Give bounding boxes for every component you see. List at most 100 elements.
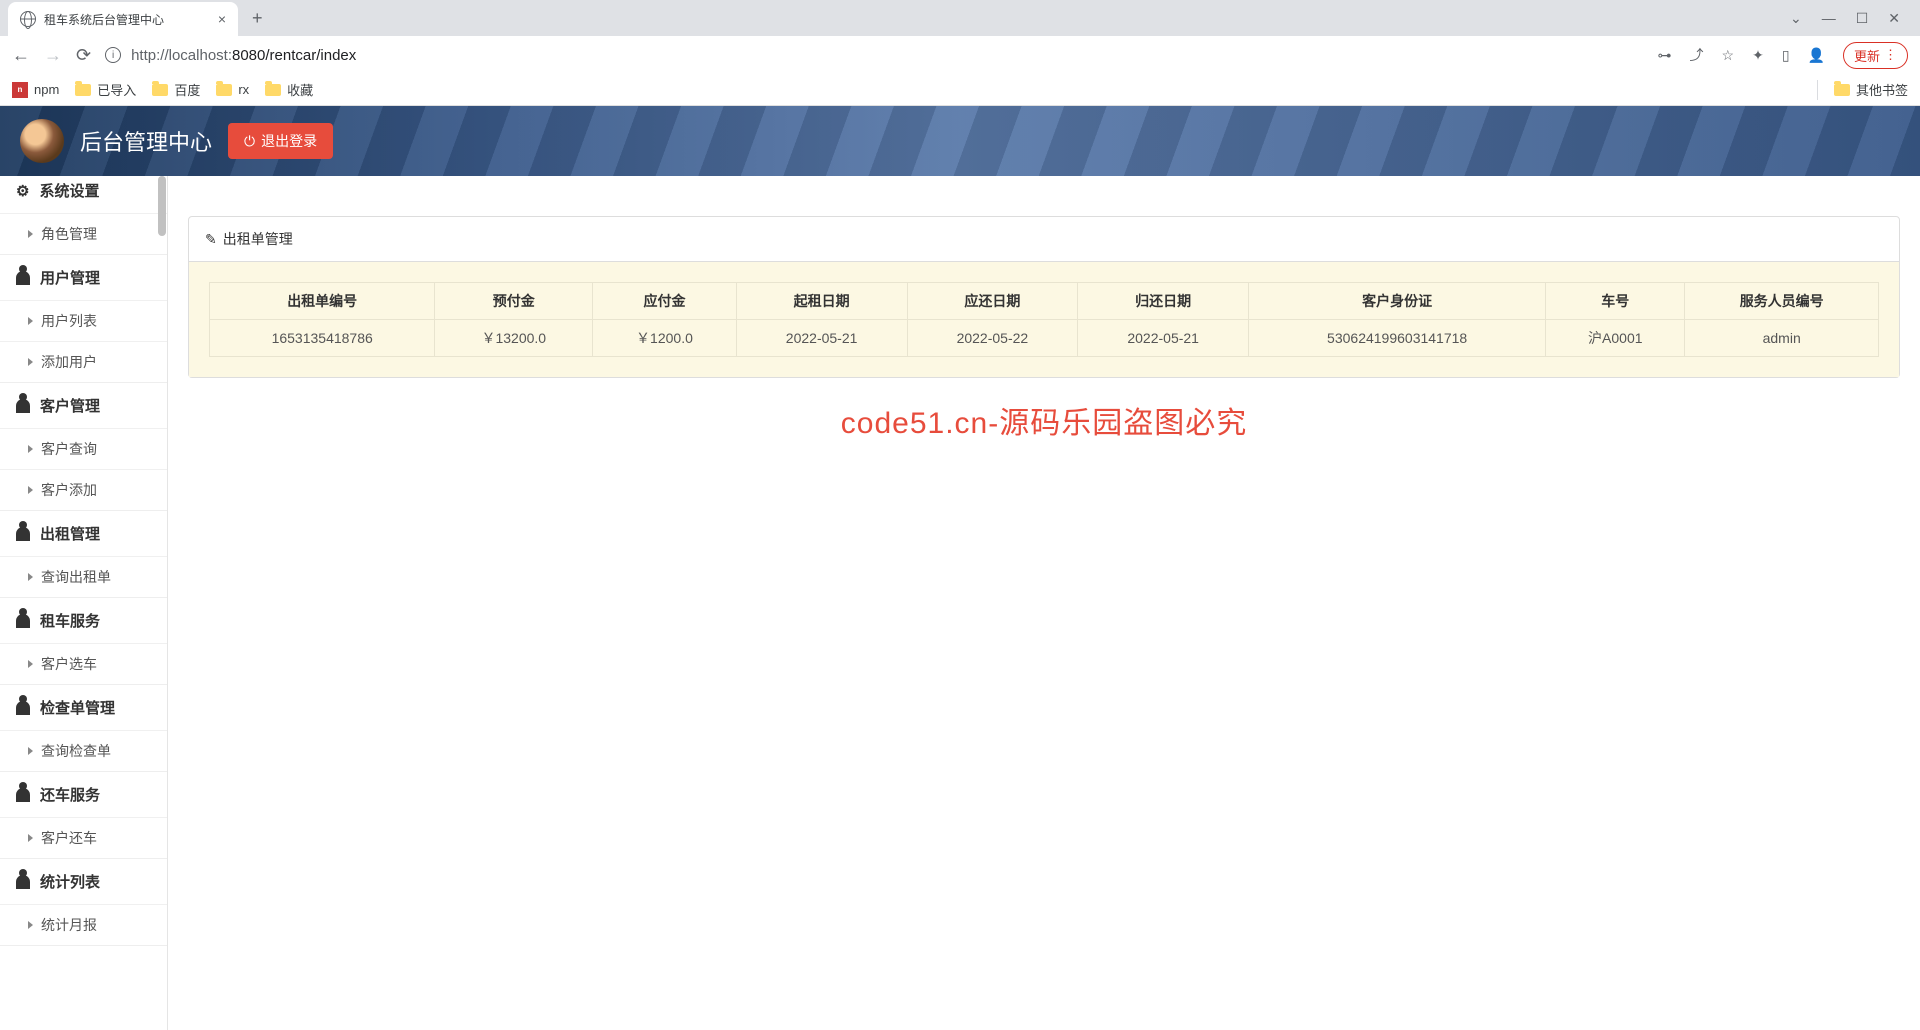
bookmark-baidu[interactable]: 百度: [152, 80, 200, 99]
td-return-date: 2022-05-21: [1078, 320, 1249, 357]
menu-group-system: 系统设置 角色管理: [0, 176, 167, 255]
menu-header-user[interactable]: 用户管理: [0, 255, 167, 300]
menu-item-rental-query[interactable]: 查询出租单: [0, 556, 167, 597]
logout-button[interactable]: ⏻ 退出登录: [228, 123, 333, 159]
bookmark-imported[interactable]: 已导入: [75, 80, 136, 99]
menu-item-customer-add[interactable]: 客户添加: [0, 469, 167, 510]
caret-icon: [28, 660, 33, 668]
td-order-no: 1653135418786: [210, 320, 435, 357]
scrollbar-thumb[interactable]: [158, 176, 166, 236]
th-prepay: 预付金: [435, 283, 593, 320]
th-return-date: 归还日期: [1078, 283, 1249, 320]
profile-icon[interactable]: 👤: [1808, 47, 1825, 64]
menu-item-add-user[interactable]: 添加用户: [0, 341, 167, 382]
avatar[interactable]: [20, 119, 64, 163]
menu-header-service[interactable]: 租车服务: [0, 598, 167, 643]
watermark: code51.cn-源码乐园盗图必究: [188, 398, 1900, 442]
folder-icon: [265, 84, 281, 96]
rental-table: 出租单编号 预付金 应付金 起租日期 应还日期 归还日期 客户身份证 车号 服务…: [209, 282, 1879, 357]
menu-header-return[interactable]: 还车服务: [0, 772, 167, 817]
window-close-icon[interactable]: ✕: [1888, 10, 1900, 27]
table-header-row: 出租单编号 预付金 应付金 起租日期 应还日期 归还日期 客户身份证 车号 服务…: [210, 283, 1879, 320]
table-row[interactable]: 1653135418786 ￥13200.0 ￥1200.0 2022-05-2…: [210, 320, 1879, 357]
menu-group-return: 还车服务 客户还车: [0, 772, 167, 859]
menu-header-check[interactable]: 检查单管理: [0, 685, 167, 730]
panel-body: 出租单编号 预付金 应付金 起租日期 应还日期 归还日期 客户身份证 车号 服务…: [189, 262, 1899, 377]
menu-header-customer[interactable]: 客户管理: [0, 383, 167, 428]
th-due-date: 应还日期: [907, 283, 1078, 320]
th-customer-id: 客户身份证: [1249, 283, 1546, 320]
caret-icon: [28, 358, 33, 366]
caret-icon: [28, 921, 33, 929]
globe-icon: [20, 11, 36, 27]
th-car-no: 车号: [1546, 283, 1685, 320]
extensions-icon[interactable]: ✦: [1752, 47, 1764, 64]
user-icon: [16, 701, 30, 715]
close-icon[interactable]: ×: [218, 11, 226, 27]
url-box[interactable]: i http://localhost:8080/rentcar/index: [105, 47, 1643, 64]
user-icon: [16, 788, 30, 802]
bookmark-rx[interactable]: rx: [216, 82, 249, 97]
star-icon[interactable]: ☆: [1722, 47, 1735, 64]
menu-group-rental: 出租管理 查询出租单: [0, 511, 167, 598]
browser-chrome: 租车系统后台管理中心 × + ⌄ ― ☐ ✕ ← → ⟳ i http://lo…: [0, 0, 1920, 106]
menu-item-select-car[interactable]: 客户选车: [0, 643, 167, 684]
caret-icon: [28, 230, 33, 238]
menu-header-rental[interactable]: 出租管理: [0, 511, 167, 556]
menu-item-customer-query[interactable]: 客户查询: [0, 428, 167, 469]
key-icon[interactable]: ⊶: [1658, 47, 1672, 64]
menu-group-customer: 客户管理 客户查询 客户添加: [0, 383, 167, 511]
menu-item-customer-return[interactable]: 客户还车: [0, 817, 167, 858]
caret-icon: [28, 445, 33, 453]
panel-title: 出租单管理: [223, 229, 293, 249]
menu-group-service: 租车服务 客户选车: [0, 598, 167, 685]
share-icon[interactable]: ⤴: [1690, 45, 1704, 65]
menu-group-check: 检查单管理 查询检查单: [0, 685, 167, 772]
main-content: 出租单管理 出租单编号 预付金 应付金 起租日期 应还日期 归还日期 客户身份证: [168, 176, 1920, 1030]
url-text: http://localhost:8080/rentcar/index: [131, 47, 356, 64]
app-body: 系统设置 角色管理 用户管理 用户列表 添加用户 客户管理 客户查询 客户添加 …: [0, 176, 1920, 1030]
new-tab-button[interactable]: +: [238, 8, 277, 29]
reload-button[interactable]: ⟳: [76, 45, 91, 66]
menu-group-stats: 统计列表 统计月报: [0, 859, 167, 946]
window-controls: ⌄ ― ☐ ✕: [1790, 10, 1920, 27]
menu-item-role[interactable]: 角色管理: [0, 213, 167, 254]
folder-icon: [75, 84, 91, 96]
tab-title: 租车系统后台管理中心: [44, 11, 210, 28]
sidebar: 系统设置 角色管理 用户管理 用户列表 添加用户 客户管理 客户查询 客户添加 …: [0, 176, 168, 1030]
bookmark-npm[interactable]: nnpm: [12, 82, 59, 98]
menu-item-user-list[interactable]: 用户列表: [0, 300, 167, 341]
address-actions: ⊶ ⤴ ☆ ✦ ▯ 👤 更新⋮: [1658, 42, 1908, 69]
minimize-icon[interactable]: ―: [1822, 10, 1836, 27]
td-customer-id: 530624199603141718: [1249, 320, 1546, 357]
back-button[interactable]: ←: [12, 45, 30, 66]
maximize-icon[interactable]: ☐: [1856, 10, 1869, 27]
address-bar: ← → ⟳ i http://localhost:8080/rentcar/in…: [0, 36, 1920, 74]
power-icon: ⏻: [244, 133, 255, 150]
menu-header-system[interactable]: 系统设置: [0, 176, 167, 213]
update-button[interactable]: 更新⋮: [1843, 42, 1908, 69]
app-title: 后台管理中心: [80, 125, 212, 157]
panel: 出租单管理 出租单编号 预付金 应付金 起租日期 应还日期 归还日期 客户身份证: [188, 216, 1900, 378]
th-start-date: 起租日期: [736, 283, 907, 320]
browser-tab[interactable]: 租车系统后台管理中心 ×: [8, 2, 238, 36]
user-icon: [16, 614, 30, 628]
panel-header: 出租单管理: [189, 217, 1899, 262]
td-prepay: ￥13200.0: [435, 320, 593, 357]
menu-item-check-query[interactable]: 查询检查单: [0, 730, 167, 771]
info-icon[interactable]: i: [105, 47, 121, 63]
folder-icon: [152, 84, 168, 96]
chevron-down-icon[interactable]: ⌄: [1790, 10, 1802, 27]
th-payable: 应付金: [593, 283, 737, 320]
forward-button[interactable]: →: [44, 45, 62, 66]
td-due-date: 2022-05-22: [907, 320, 1078, 357]
caret-icon: [28, 486, 33, 494]
bookmark-favorites[interactable]: 收藏: [265, 80, 313, 99]
tab-bar: 租车系统后台管理中心 × + ⌄ ― ☐ ✕: [0, 0, 1920, 36]
bookmark-other[interactable]: 其他书签: [1834, 80, 1908, 99]
reader-icon[interactable]: ▯: [1782, 47, 1790, 64]
td-car-no: 沪A0001: [1546, 320, 1685, 357]
menu-header-stats[interactable]: 统计列表: [0, 859, 167, 904]
user-icon: [16, 527, 30, 541]
menu-item-stats-monthly[interactable]: 统计月报: [0, 904, 167, 945]
